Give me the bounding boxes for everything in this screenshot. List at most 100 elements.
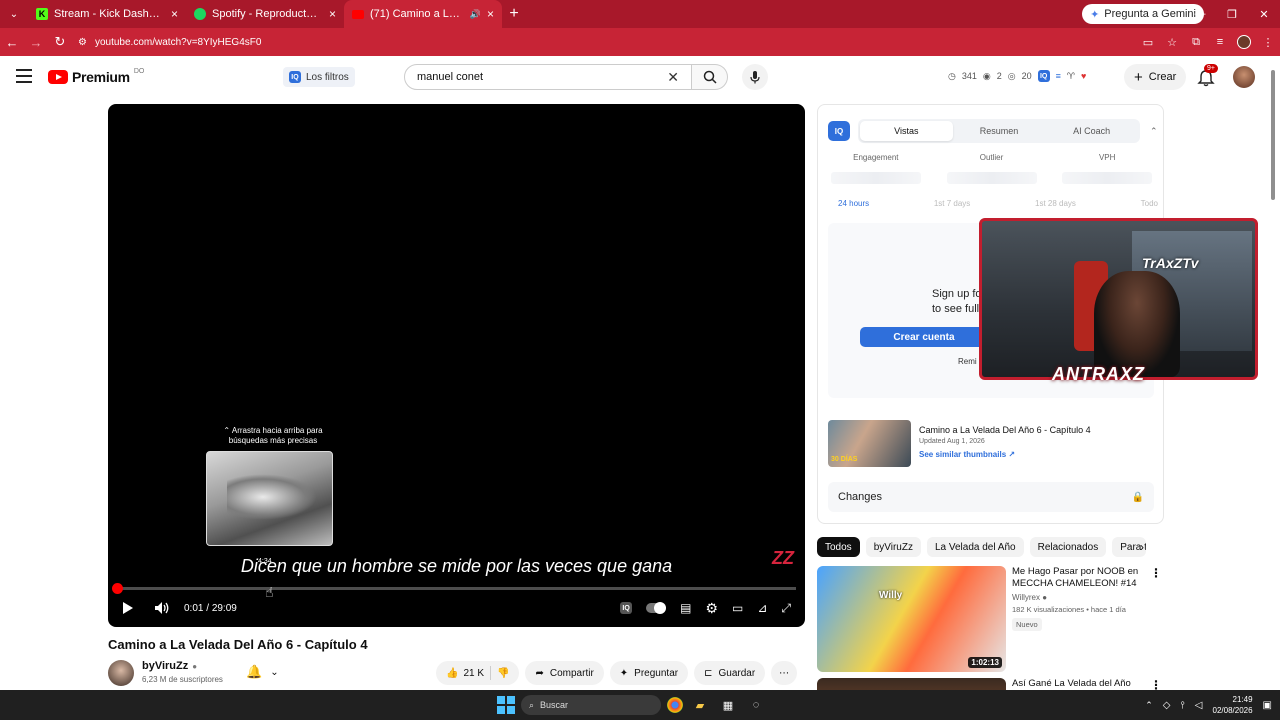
- recommendation-thumbnail[interactable]: [817, 678, 1006, 690]
- reload-icon[interactable]: ↻: [48, 28, 72, 56]
- channel-name[interactable]: byViruZz ●: [142, 660, 197, 672]
- search-input[interactable]: manuel conet ✕: [404, 64, 692, 90]
- voice-search-button[interactable]: [742, 64, 768, 90]
- user-avatar[interactable]: [1233, 66, 1255, 88]
- changes-row[interactable]: Changes 🔒: [828, 482, 1154, 512]
- more-actions-icon[interactable]: ⋯: [771, 661, 798, 685]
- similar-thumbnails-link[interactable]: See similar thumbnails ↗: [919, 450, 1091, 459]
- app-icon[interactable]: ◌: [745, 694, 767, 716]
- theater-mode-icon[interactable]: ▭: [732, 601, 743, 615]
- menu-icon[interactable]: ⋮: [1256, 36, 1280, 49]
- store-icon[interactable]: ▦: [717, 694, 739, 716]
- collapse-chevron-icon[interactable]: ⌃: [1150, 126, 1158, 137]
- profile-icon[interactable]: [1232, 35, 1256, 49]
- progress-bar[interactable]: [112, 583, 796, 594]
- play-button[interactable]: [122, 601, 134, 615]
- clock[interactable]: 21:49 02/08/2026: [1213, 694, 1253, 716]
- volume-icon: [155, 602, 169, 614]
- tab-vistas[interactable]: Vistas: [860, 121, 953, 141]
- chevron-right-icon[interactable]: ›: [1140, 540, 1144, 554]
- tab-kick[interactable]: K Stream - Kick Dashboard ×: [28, 0, 186, 28]
- related-chips: Todos byViruZz La Velada del Año Relacio…: [817, 537, 1147, 557]
- share-button[interactable]: ➦ Compartir: [525, 661, 604, 685]
- cast-icon[interactable]: ⊿: [757, 601, 767, 615]
- clear-search-icon[interactable]: ✕: [667, 69, 679, 86]
- chip-velada[interactable]: La Velada del Año: [926, 537, 1024, 557]
- chrome-icon[interactable]: [667, 697, 683, 713]
- tab-resumen[interactable]: Resumen: [953, 121, 1046, 141]
- save-button[interactable]: ⊏ Guardar: [694, 661, 766, 685]
- recommendation-channel[interactable]: Willyrex ●: [1012, 593, 1164, 602]
- fullscreen-icon[interactable]: ⤢: [781, 601, 791, 616]
- volume-tray-icon[interactable]: ◁: [1195, 700, 1203, 711]
- filters-button[interactable]: IQ Los filtros: [283, 67, 355, 87]
- settings-gear-icon[interactable]: ⚙: [705, 600, 718, 617]
- recommendation-item[interactable]: Willy 1:02:13 Me Hago Pasar por NOOB en …: [817, 566, 1164, 672]
- hamburger-menu-icon[interactable]: [16, 69, 32, 83]
- chip-todos[interactable]: Todos: [817, 537, 860, 557]
- chip-relacionados[interactable]: Relacionados: [1029, 537, 1107, 557]
- crear-cuenta-button[interactable]: Crear cuenta: [860, 327, 988, 347]
- close-tab-icon[interactable]: ×: [487, 7, 494, 21]
- video-player[interactable]: ⌃ Arrastra hacia arriba para búsquedas m…: [108, 104, 805, 627]
- range-all[interactable]: Todo: [1141, 199, 1158, 208]
- notifications-tray-icon[interactable]: ▣: [1263, 700, 1272, 711]
- tab-search-icon[interactable]: ⌄: [0, 0, 28, 28]
- like-button[interactable]: 👍 21 K: [446, 668, 484, 679]
- youtube-logo[interactable]: Premium DO: [48, 68, 144, 85]
- more-options-icon[interactable]: ⋮: [1150, 566, 1162, 580]
- close-window-icon[interactable]: ✕: [1248, 0, 1280, 28]
- bookmark-star-icon[interactable]: ☆: [1160, 36, 1184, 49]
- cast-icon[interactable]: ▭: [1136, 36, 1160, 49]
- progress-scrubber[interactable]: [112, 583, 124, 594]
- vidiq-player-icon[interactable]: IQ: [620, 602, 633, 614]
- subscription-bell[interactable]: 🔔 ⌄: [246, 664, 279, 680]
- taskbar-search-input[interactable]: ⌕ Buscar: [521, 695, 661, 715]
- close-tab-icon[interactable]: ×: [171, 7, 178, 21]
- site-info-icon[interactable]: ⚙: [78, 37, 87, 48]
- recommendation-thumbnail[interactable]: Willy 1:02:13: [817, 566, 1006, 672]
- chart-icon: ≡: [1055, 71, 1061, 81]
- seek-preview-thumbnail: [206, 451, 333, 546]
- subtitles-icon[interactable]: ▤: [680, 601, 691, 615]
- range-28d[interactable]: 1st 28 days: [1035, 199, 1076, 208]
- autoplay-toggle[interactable]: [646, 602, 667, 614]
- channel-avatar[interactable]: [108, 660, 134, 686]
- close-tab-icon[interactable]: ×: [329, 7, 336, 21]
- user-icon: ◉: [982, 70, 991, 81]
- volume-button[interactable]: [154, 601, 170, 615]
- new-tab-button[interactable]: +: [502, 0, 526, 28]
- remind-link[interactable]: Remi: [958, 357, 977, 366]
- drag-hint: ⌃ Arrastra hacia arriba para búsquedas m…: [223, 426, 323, 445]
- network-icon[interactable]: ◇: [1163, 700, 1171, 711]
- audio-icon[interactable]: 🔊: [470, 9, 481, 20]
- vidiq-logo-icon: IQ: [828, 121, 850, 141]
- ask-button[interactable]: ✦ Preguntar: [609, 661, 689, 685]
- extensions-icon[interactable]: ⧉: [1184, 36, 1208, 49]
- url-field[interactable]: ⚙ youtube.com/watch?v=8YIyHEG4sF0: [78, 37, 261, 48]
- reading-list-icon[interactable]: ≡: [1208, 36, 1232, 48]
- file-explorer-icon[interactable]: ▰: [689, 694, 711, 716]
- minimize-icon[interactable]: —: [1184, 0, 1216, 28]
- tab-spotify[interactable]: Spotify - Reproductor web: mú ×: [186, 0, 344, 28]
- tab-youtube[interactable]: (71) Camino a La Velada De 🔊 ×: [344, 0, 502, 28]
- vidiq-stats[interactable]: ◷ 341 ◉ 2 ◎ 20 IQ ≡ ♈ ♥: [948, 70, 1086, 82]
- back-icon[interactable]: ←: [0, 28, 24, 56]
- page-scrollbar[interactable]: [1270, 60, 1276, 685]
- chip-channel[interactable]: byViruZz: [865, 537, 921, 557]
- thumbs-down-icon[interactable]: 👎: [497, 668, 509, 679]
- windows-start-icon[interactable]: [497, 696, 515, 714]
- more-options-icon[interactable]: ⋮: [1150, 678, 1162, 690]
- search-button[interactable]: [692, 64, 728, 90]
- forward-icon[interactable]: →: [24, 28, 48, 56]
- tab-ai-coach[interactable]: AI Coach: [1045, 121, 1138, 141]
- create-button[interactable]: + Crear: [1124, 64, 1187, 90]
- subscriber-count: 6,23 M de suscriptores: [142, 675, 223, 684]
- range-7d[interactable]: 1st 7 days: [934, 199, 970, 208]
- channel-watermark-icon[interactable]: ZZ: [772, 548, 794, 569]
- maximize-icon[interactable]: ❐: [1216, 0, 1248, 28]
- mic-tray-icon[interactable]: ⫯: [1180, 700, 1184, 711]
- recommendation-item[interactable]: Así Gané La Velada del Año ⋮: [817, 678, 1164, 690]
- tray-chevron-icon[interactable]: ⌃: [1145, 700, 1153, 711]
- range-24h[interactable]: 24 hours: [838, 199, 869, 208]
